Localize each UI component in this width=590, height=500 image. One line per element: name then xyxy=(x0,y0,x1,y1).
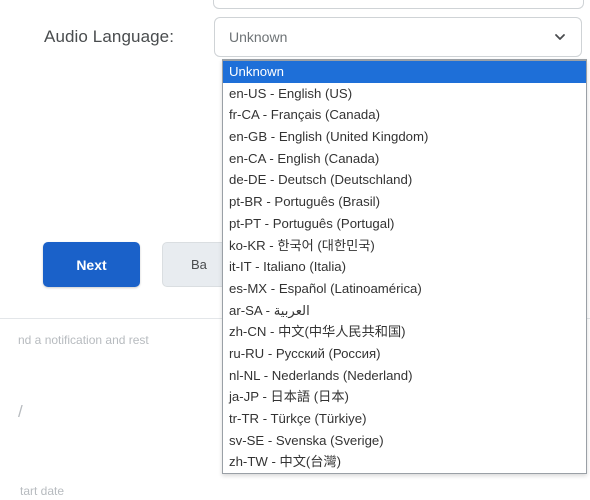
language-option[interactable]: zh-TW - 中文(台灣) xyxy=(223,451,586,473)
language-option[interactable]: de-DE - Deutsch (Deutschland) xyxy=(223,169,586,191)
language-option[interactable]: ru-RU - Русский (Россия) xyxy=(223,343,586,365)
previous-field-edge xyxy=(213,0,584,9)
chevron-down-icon xyxy=(553,30,567,44)
next-button[interactable]: Next xyxy=(43,242,140,287)
language-option[interactable]: tr-TR - Türkçe (Türkiye) xyxy=(223,408,586,430)
select-current-value: Unknown xyxy=(229,29,288,45)
language-option[interactable]: pt-BR - Português (Brasil) xyxy=(223,191,586,213)
language-option[interactable]: it-IT - Italiano (Italia) xyxy=(223,256,586,278)
partial-glyph: / xyxy=(18,402,23,421)
audio-language-select[interactable]: Unknown xyxy=(214,17,582,57)
language-option[interactable]: en-GB - English (United Kingdom) xyxy=(223,126,586,148)
language-option[interactable]: zh-CN - 中文(中华人民共和国) xyxy=(223,321,586,343)
language-option[interactable]: ko-KR - 한국어 (대한민국) xyxy=(223,235,586,257)
notification-option-text: nd a notification and rest xyxy=(18,333,149,347)
language-option[interactable]: en-CA - English (Canada) xyxy=(223,148,586,170)
start-date-label: tart date xyxy=(20,484,65,498)
language-option[interactable]: nl-NL - Nederlands (Nederland) xyxy=(223,365,586,387)
audio-language-label: Audio Language: xyxy=(44,27,175,46)
language-option[interactable]: fr-CA - Français (Canada) xyxy=(223,104,586,126)
language-option[interactable]: es-MX - Español (Latinoamérica) xyxy=(223,278,586,300)
language-option[interactable]: pt-PT - Português (Portugal) xyxy=(223,213,586,235)
language-option[interactable]: ar-SA - العربية xyxy=(223,300,586,322)
language-options-list[interactable]: Unknown en-US - English (US) fr-CA - Franç… xyxy=(222,59,587,475)
language-option[interactable]: sv-SE - Svenska (Sverige) xyxy=(223,430,586,452)
language-option[interactable]: Unknown xyxy=(223,61,586,83)
language-option[interactable]: ja-JP - 日本語 (日本) xyxy=(223,386,586,408)
language-option[interactable]: en-US - English (US) xyxy=(223,83,586,105)
